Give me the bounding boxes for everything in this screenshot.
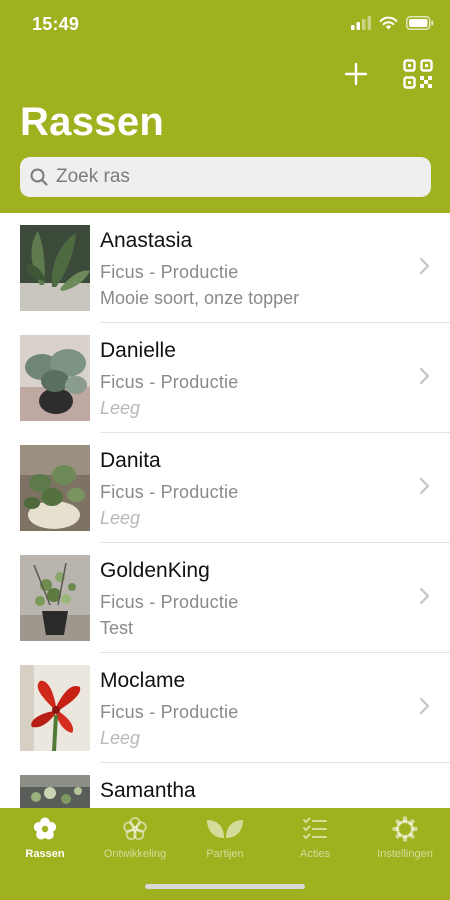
list-item[interactable]: GoldenKing Ficus - Productie Test [0,543,450,653]
plant-thumbnail [20,445,90,531]
variety-note: Leeg [100,728,141,748]
variety-name: Moclame [100,669,186,692]
tab-label: Ontwikkeling [103,848,167,860]
plant-thumbnail [20,775,90,808]
flower-icon [33,817,57,840]
nav-actions [340,58,434,90]
tab-label: Instellingen [377,848,433,860]
battery-icon [406,16,434,35]
gear-icon [392,816,418,842]
list-item[interactable]: Danielle Ficus - Productie Leeg [0,323,450,433]
variety-name: Samantha [100,779,196,802]
chevron-right-icon [419,257,430,275]
variety-type: Ficus - Productie [100,482,239,502]
variety-note: Mooie soort, onze topper [100,288,300,308]
variety-type: Ficus - Productie [100,592,239,612]
qr-code-icon [403,59,433,89]
header: 15:49 Rassen Zoek ras [0,0,450,213]
variety-note: Leeg [100,508,141,528]
tab-label: Partijen [206,848,244,860]
plant-thumbnail [20,555,90,641]
plus-icon [344,62,368,86]
search-input[interactable] [56,166,416,188]
chevron-right-icon [419,477,430,495]
tab-acties[interactable]: Acties [270,816,360,872]
page-title: Rassen [20,100,165,144]
qr-scan-button[interactable] [402,58,434,90]
chevron-right-icon [419,587,430,605]
leaves-icon [207,820,243,838]
tab-label: Rassen [25,848,65,860]
checklist-icon [303,817,327,839]
add-button[interactable] [340,58,372,90]
tab-label: Acties [300,848,330,860]
status-icons [351,16,434,35]
chevron-right-icon [419,367,430,385]
status-bar: 15:49 [0,0,450,48]
chevron-right-icon [419,697,430,715]
flower-outline-icon [123,817,147,840]
tab-instellingen[interactable]: Instellingen [360,816,450,872]
list-item[interactable]: Anastasia Ficus - Productie Mooie soort,… [0,213,450,323]
list-item[interactable]: Samantha [0,763,450,808]
variety-list: Anastasia Ficus - Productie Mooie soort,… [0,213,450,808]
variety-type: Ficus - Productie [100,372,239,392]
variety-name: Anastasia [100,229,193,252]
plant-thumbnail [20,335,90,421]
variety-note: Leeg [100,398,141,418]
variety-name: GoldenKing [100,559,210,582]
tab-ontwikkeling[interactable]: Ontwikkeling [90,816,180,872]
signal-icon [351,16,371,35]
variety-type: Ficus - Productie [100,702,239,722]
variety-type: Ficus - Productie [100,262,239,282]
tab-rassen[interactable]: Rassen [0,816,90,872]
list-item[interactable]: Moclame Ficus - Productie Leeg [0,653,450,763]
search-bar[interactable] [20,157,431,197]
status-time: 15:49 [32,14,80,34]
wifi-icon [379,16,398,35]
list-item[interactable]: Danita Ficus - Productie Leeg [0,433,450,543]
variety-name: Danita [100,449,161,472]
variety-name: Danielle [100,339,176,362]
variety-note: Test [100,618,134,638]
plant-thumbnail [20,665,90,751]
home-indicator [145,884,305,889]
tab-partijen[interactable]: Partijen [180,816,270,872]
plant-thumbnail [20,225,90,311]
search-icon [30,168,48,186]
